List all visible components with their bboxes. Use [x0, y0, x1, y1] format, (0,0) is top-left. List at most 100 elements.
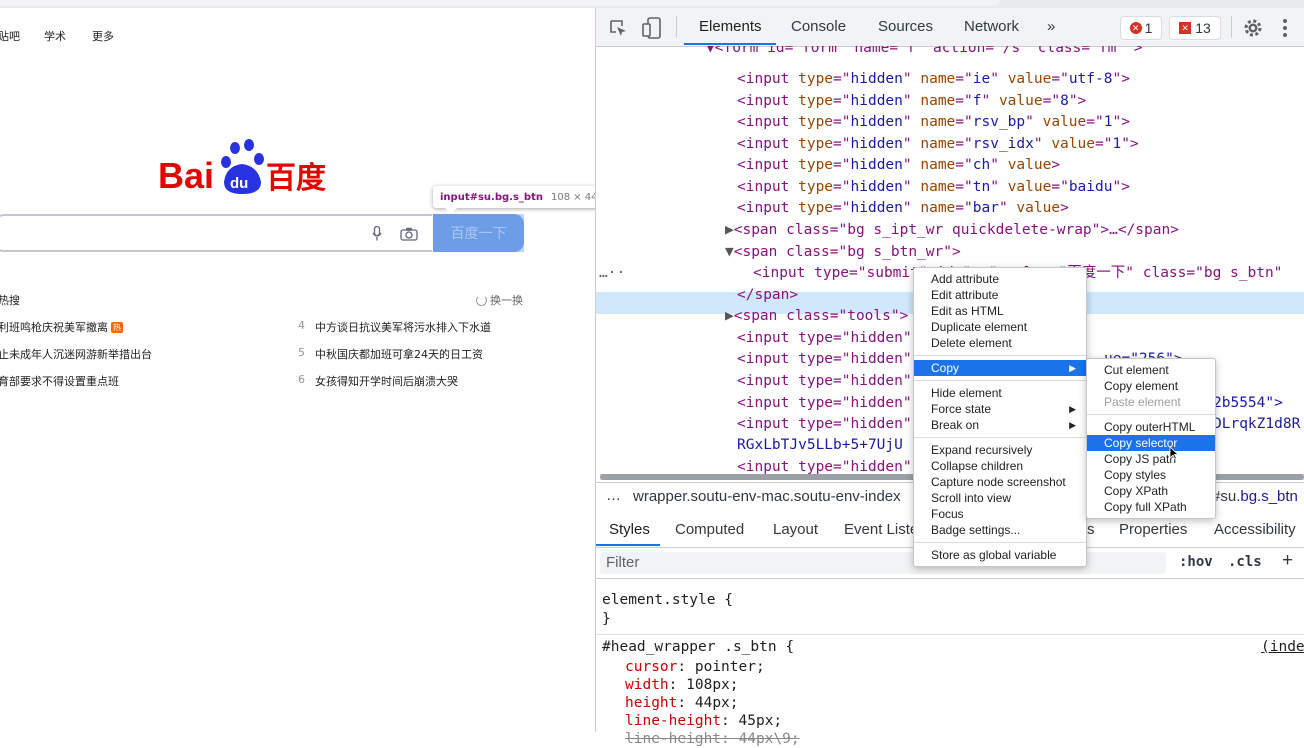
menu-item-collapse-children[interactable]: Collapse children — [914, 458, 1086, 474]
dom-node-input[interactable]: <input type="hidden" name="f" value="8"> — [737, 91, 1086, 112]
property-name: height — [625, 695, 678, 711]
menu-item-hide-element[interactable]: Hide element — [914, 385, 1086, 401]
tab-computed[interactable]: Computed — [675, 521, 744, 538]
tab-sources[interactable]: Sources — [878, 18, 933, 35]
menu-item-badge-settings[interactable]: Badge settings... — [914, 522, 1086, 538]
more-tabs-button[interactable]: » — [1047, 18, 1055, 35]
dom-node-span-tools[interactable]: ▶<span class="tools"> — [725, 306, 908, 327]
settings-gear-icon[interactable] — [1243, 18, 1263, 38]
expand-arrow-icon[interactable]: ▶ — [725, 222, 734, 238]
hov-toggle[interactable]: :hov — [1179, 554, 1213, 570]
hot-item[interactable]: 中方谈日抗议美军将污水排入下水道 — [315, 319, 491, 335]
inspect-element-icon[interactable] — [608, 18, 628, 38]
menu-item-copy-js-path[interactable]: Copy JS path — [1087, 451, 1215, 467]
hot-item[interactable]: 中秋国庆都加班可拿24天的日工资 — [315, 346, 483, 362]
hot-item[interactable]: 女孩得知开学时间后崩溃大哭 — [315, 373, 458, 389]
row-ellipsis-icon[interactable]: …·· — [599, 263, 625, 284]
element-style-rule[interactable]: element.style { — [602, 591, 733, 609]
dom-node-input[interactable]: <input type="hidden" name="rsv_idx" valu… — [737, 134, 1139, 155]
dom-node-form[interactable]: ▼<form id="form" name="f" action="/s" cl… — [706, 46, 1143, 59]
menu-item-cut-element[interactable]: Cut element — [1087, 362, 1215, 378]
baidu-logo[interactable]: Bai du 百度 — [158, 138, 358, 208]
dom-node-span-close[interactable]: </span> — [737, 285, 798, 306]
dom-node-input[interactable]: <input type="hidden" — [737, 414, 912, 435]
tab-layout[interactable]: Layout — [773, 521, 818, 538]
device-toolbar-icon[interactable] — [642, 17, 662, 39]
tab-styles[interactable]: Styles — [609, 521, 650, 538]
tab-elements[interactable]: Elements — [699, 18, 762, 35]
style-property[interactable]: height: 44px; — [625, 694, 739, 712]
tab-console[interactable]: Console — [791, 18, 846, 35]
new-style-rule-button[interactable]: + — [1282, 550, 1293, 572]
dom-node-input[interactable]: <input type="hidden" name="bar" value> — [737, 198, 1069, 219]
menu-item-scroll-into-view[interactable]: Scroll into view — [914, 490, 1086, 506]
dom-node-input[interactable]: <input type="hidden" name="rsv_bp" value… — [737, 112, 1130, 133]
microphone-icon[interactable] — [372, 226, 382, 241]
dom-node-text: <input type="hidden" — [737, 416, 912, 432]
nav-link-more[interactable]: 更多 — [92, 28, 114, 44]
menu-item-copy-selector[interactable]: Copy selector — [1087, 435, 1215, 451]
menu-item-copy-element[interactable]: Copy element — [1087, 378, 1215, 394]
menu-item-add-attribute[interactable]: Add attribute — [914, 271, 1086, 287]
menu-item-copy[interactable]: Copy ▶ — [914, 360, 1086, 376]
hot-item[interactable]: 止未成年人沉迷网游新举措出台 — [0, 346, 152, 362]
context-menu: Add attribute Edit attribute Edit as HTM… — [913, 267, 1087, 567]
menu-item-expand-recursively[interactable]: Expand recursively — [914, 442, 1086, 458]
dom-node-input[interactable]: <input type="hidden" name="tn" value="ba… — [737, 177, 1130, 198]
cls-toggle[interactable]: .cls — [1228, 554, 1262, 570]
style-property[interactable]: cursor: pointer; — [625, 658, 765, 676]
dom-node-span-btn[interactable]: ▼<span class="bg s_btn_wr"> — [725, 242, 961, 263]
expand-arrow-icon[interactable]: ▶ — [725, 308, 734, 324]
menu-item-duplicate-element[interactable]: Duplicate element — [914, 319, 1086, 335]
breadcrumb-item-wrapper[interactable]: wrapper.soutu-env-mac.soutu-env-index — [633, 488, 901, 505]
dom-node-input[interactable]: <input type="hidden" — [737, 328, 912, 349]
menu-item-focus[interactable]: Focus — [914, 506, 1086, 522]
collapse-arrow-icon[interactable]: ▼ — [725, 244, 734, 260]
menu-item-edit-as-html[interactable]: Edit as HTML — [914, 303, 1086, 319]
dom-node-input[interactable]: <input type="hidden" name="ie" value="ut… — [737, 69, 1130, 90]
hot-refresh-button[interactable]: 换一换 — [476, 292, 523, 308]
overridden-property[interactable]: line-height: 44px\9; — [625, 730, 800, 748]
kebab-menu-icon[interactable] — [1282, 18, 1288, 38]
tab-accessibility[interactable]: Accessibility — [1214, 521, 1296, 538]
breadcrumb-ellipsis[interactable]: … — [606, 487, 621, 504]
dom-node-input[interactable]: <input type="hidden" — [737, 371, 912, 392]
rule-source-link[interactable]: (inde — [1261, 638, 1304, 656]
rule-selector[interactable]: #head_wrapper .s_btn { — [602, 638, 794, 656]
tab-event-listeners[interactable]: Event Liste — [844, 521, 918, 538]
menu-item-store-as-global-variable[interactable]: Store as global variable — [914, 547, 1086, 563]
dom-token: name — [920, 71, 956, 87]
dom-node-span-ipt[interactable]: ▶<span class="bg s_ipt_wr quickdelete-wr… — [725, 220, 1179, 241]
issue-count-badge[interactable]: ✕ 13 — [1169, 16, 1221, 40]
hot-item[interactable]: 育部要求不得设置重点班 — [0, 373, 119, 389]
nav-link-tieba[interactable]: 贴吧 — [0, 28, 20, 44]
tab-dom-breakpoints-partial[interactable]: s — [1087, 521, 1095, 538]
menu-item-copy-outerhtml[interactable]: Copy outerHTML — [1087, 419, 1215, 435]
menu-item-copy-styles[interactable]: Copy styles — [1087, 467, 1215, 483]
menu-item-copy-full-xpath[interactable]: Copy full XPath — [1087, 499, 1215, 515]
menu-item-force-state[interactable]: Force state ▶ — [914, 401, 1086, 417]
hot-item[interactable]: 利班鸣枪庆祝美军撤离热 — [0, 319, 123, 335]
menu-item-break-on[interactable]: Break on ▶ — [914, 417, 1086, 433]
nav-link-xueshu[interactable]: 学术 — [44, 28, 66, 44]
menu-item-capture-node-screenshot[interactable]: Capture node screenshot — [914, 474, 1086, 490]
property-colon: : — [677, 695, 695, 711]
error-count-badge[interactable]: ✕ 1 — [1120, 16, 1162, 40]
dom-node-input[interactable]: <input type="hidden" name="ch" value> — [737, 155, 1060, 176]
camera-icon[interactable] — [400, 227, 418, 241]
dom-node-input[interactable]: <input type="hidden" — [737, 393, 912, 414]
breadcrumb-item-su[interactable]: #su.bg.s_btn — [1212, 488, 1298, 505]
dom-node-input[interactable]: <input type="hidden" — [737, 349, 912, 370]
menu-item-copy-xpath[interactable]: Copy XPath — [1087, 483, 1215, 499]
menu-item-edit-attribute[interactable]: Edit attribute — [914, 287, 1086, 303]
style-property[interactable]: line-height: 45px; — [625, 712, 782, 730]
tab-properties[interactable]: Properties — [1119, 521, 1187, 538]
dom-node-wrapped: RGxLbTJv5LLb+5+7UjU — [737, 435, 903, 456]
styles-pane: element.style { } #head_wrapper .s_btn {… — [596, 579, 1304, 747]
menu-item-paste-element[interactable]: Paste element — [1087, 394, 1215, 410]
tab-network[interactable]: Network — [964, 18, 1019, 35]
menu-item-delete-element[interactable]: Delete element — [914, 335, 1086, 351]
style-property[interactable]: width: 108px; — [625, 676, 739, 694]
search-input[interactable] — [0, 214, 432, 252]
search-button[interactable]: 百度一下 — [433, 214, 524, 252]
